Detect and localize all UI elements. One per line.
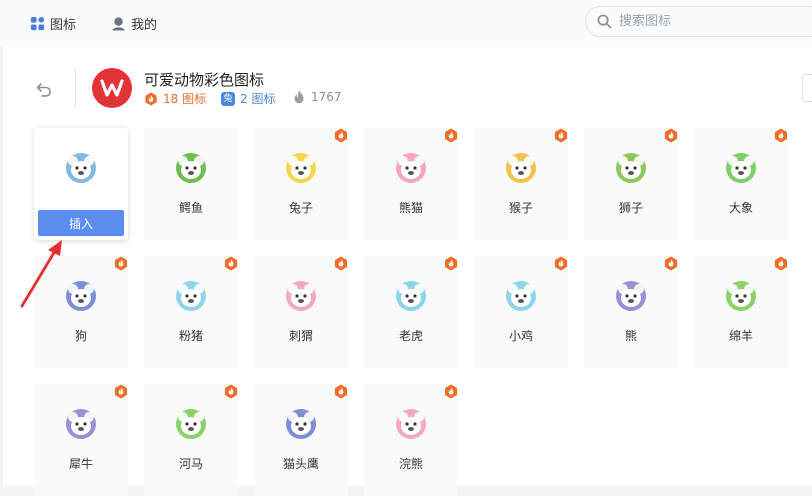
icon-card[interactable]: 熊 [584,256,678,368]
author-count-label: 2 图标 [240,92,276,106]
monkey-icon [506,153,536,183]
owl-icon [286,409,316,439]
icon-card-label: 粉猪 [178,329,203,343]
icon-count-label: 18 图标 [163,92,207,106]
crocodile-icon [176,153,206,183]
rabbit-icon [286,153,316,183]
elephant-icon [726,153,756,183]
red-arrow-annotation [20,240,62,308]
raccoon-icon [396,409,426,439]
premium-badge-icon [445,256,457,271]
icon-card-label: 老虎 [398,329,423,343]
author-count: 兔 2 图标 [221,90,275,107]
icon-card-label: 狗 [74,329,87,343]
header-divider [75,68,76,108]
tiger-icon [396,281,426,311]
dog-icon [66,281,96,311]
pig-icon [176,281,206,311]
icon-card[interactable]: 犀牛 [34,384,128,496]
premium-badge-icon [225,256,237,271]
heat-count: 1767 [292,90,342,104]
chick-icon [506,281,536,311]
premium-badge-icon [555,256,567,271]
search-input[interactable] [619,14,799,29]
premium-badge-icon [665,256,677,271]
icon-card-label: 河马 [178,457,203,471]
icon-card[interactable]: 刺猬 [254,256,348,368]
author-badge-icon: 兔 [221,91,235,106]
icon-card[interactable]: 小鸡 [474,256,568,368]
hedgehog-icon [286,281,316,311]
icon-card-label: 犀牛 [68,457,93,471]
fire-badge-icon [145,92,157,105]
tab-mine[interactable]: 我的 [111,12,157,34]
icon-card[interactable]: 大象 [694,128,788,240]
icon-card-label: 猴子 [508,201,533,215]
icon-card-label: 熊 [624,329,637,343]
icon-card-label: 小鸡 [508,329,533,343]
icon-card-label: 刺猬 [288,329,313,343]
icon-card-label: 熊猫 [398,201,423,215]
icon-card[interactable]: 鳄鱼 [144,128,238,240]
icon-card[interactable]: 粉猪 [144,256,238,368]
rhino-icon [66,409,96,439]
icon-card-label: 绵羊 [728,329,753,343]
icon-card[interactable]: 狮子 [584,128,678,240]
premium-badge-icon [115,256,127,271]
icon-card[interactable]: 熊猫 [364,128,458,240]
wps-logo-icon [100,79,124,97]
koala-icon [66,153,96,183]
icon-count: 18 图标 [144,90,206,107]
panda-icon [396,153,426,183]
icon-card[interactable]: 兔子 [254,128,348,240]
icon-card[interactable]: 猫头鹰 [254,384,348,496]
icon-card-label: 大象 [728,201,753,215]
icon-card[interactable]: 老虎 [364,256,458,368]
tab-icons[interactable]: 图标 [30,12,76,34]
top-bar: 图标 我的 [0,0,812,46]
premium-badge-icon [555,128,567,143]
search-icon [597,14,612,29]
icon-card[interactable]: 插入 [34,128,128,240]
sheep-icon [726,281,756,311]
icon-card-label: 鳄鱼 [178,201,203,215]
lion-icon [616,153,646,183]
bear-icon [616,281,646,311]
premium-badge-icon [775,128,787,143]
user-icon [112,16,125,31]
premium-badge-icon [335,128,347,143]
icon-card[interactable]: 浣熊 [364,384,458,496]
hippo-icon [176,409,206,439]
back-icon[interactable] [35,80,53,98]
insert-button[interactable]: 插入 [38,210,124,236]
premium-badge-icon [775,256,787,271]
icon-card-label: 兔子 [288,201,313,215]
icon-card-label: 浣熊 [398,457,423,471]
search-box[interactable] [585,6,812,37]
wps-logo [92,68,132,108]
icon-card[interactable]: 河马 [144,384,238,496]
premium-badge-icon [115,384,127,399]
premium-badge-icon [665,128,677,143]
premium-badge-icon [335,384,347,399]
icon-card-label: 狮子 [618,201,643,215]
tab-icons-label: 图标 [50,17,77,33]
grid-icon [30,16,45,30]
premium-badge-icon [445,128,457,143]
premium-badge-icon [445,384,457,399]
flame-icon [294,90,304,104]
icon-card[interactable]: 猴子 [474,128,568,240]
icon-card[interactable]: 绵羊 [694,256,788,368]
tab-mine-label: 我的 [131,17,158,33]
premium-badge-icon [335,256,347,271]
side-action-button[interactable] [802,74,812,102]
premium-badge-icon [225,384,237,399]
heat-count-label: 1767 [311,90,342,104]
pack-title: 可爱动物彩色图标 [144,71,265,89]
icon-card-label: 猫头鹰 [282,457,319,471]
